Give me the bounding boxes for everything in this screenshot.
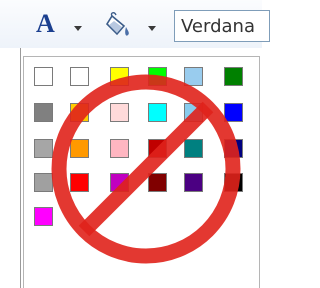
color-swatch[interactable] <box>184 139 203 158</box>
color-swatch[interactable] <box>184 67 203 86</box>
color-palette-dropdown <box>23 56 260 288</box>
font-name-value: Verdana <box>181 16 255 37</box>
font-color-dropdown-arrow[interactable] <box>74 26 82 31</box>
color-swatch[interactable] <box>224 139 243 158</box>
color-swatch[interactable] <box>34 139 53 158</box>
font-name-select[interactable]: Verdana <box>174 10 270 42</box>
color-swatch[interactable] <box>110 139 129 158</box>
color-swatch[interactable] <box>70 103 89 122</box>
paint-bucket-icon <box>105 12 129 36</box>
color-swatch[interactable] <box>110 67 129 86</box>
color-swatch[interactable] <box>34 67 53 86</box>
color-swatch[interactable] <box>148 173 167 192</box>
color-swatch[interactable] <box>224 173 243 192</box>
color-swatch[interactable] <box>148 67 167 86</box>
font-color-button[interactable]: A <box>30 10 64 40</box>
color-swatch[interactable] <box>34 173 53 192</box>
color-swatch[interactable] <box>34 207 53 226</box>
highlight-color-button[interactable] <box>104 10 134 40</box>
color-swatch[interactable] <box>70 173 89 192</box>
highlight-color-dropdown-arrow[interactable] <box>148 26 156 31</box>
color-swatch[interactable] <box>110 103 129 122</box>
color-swatch[interactable] <box>110 173 129 192</box>
color-swatch[interactable] <box>34 103 53 122</box>
color-swatch[interactable] <box>70 139 89 158</box>
color-swatch[interactable] <box>224 67 243 86</box>
font-color-icon: A <box>36 9 55 38</box>
color-swatch[interactable] <box>148 139 167 158</box>
color-swatch[interactable] <box>70 67 89 86</box>
divider <box>20 48 21 288</box>
color-swatch[interactable] <box>184 103 203 122</box>
color-swatch[interactable] <box>224 103 243 122</box>
color-swatch[interactable] <box>148 103 167 122</box>
formatting-toolbar: A Verdana <box>0 0 270 48</box>
color-swatch[interactable] <box>184 173 203 192</box>
